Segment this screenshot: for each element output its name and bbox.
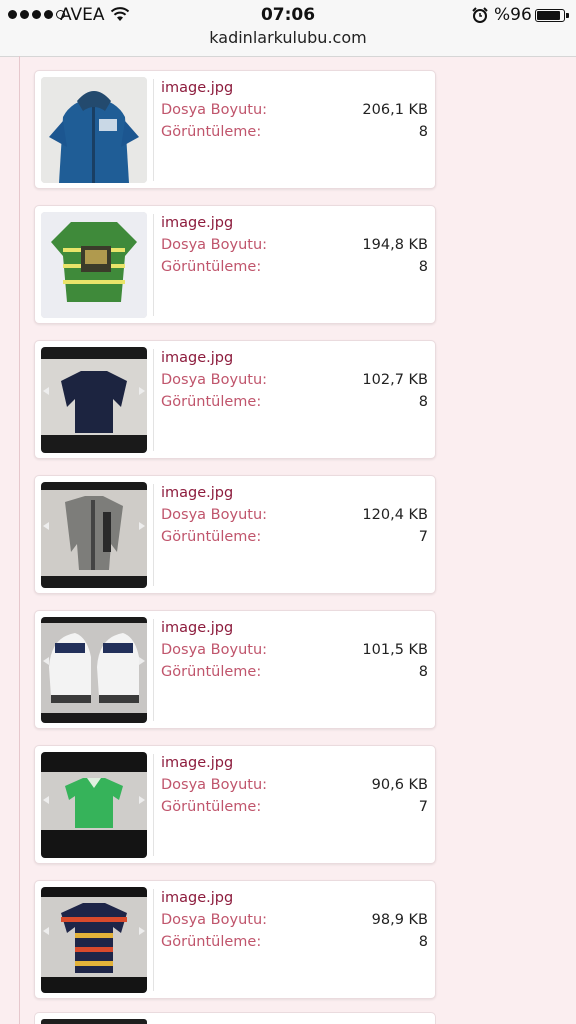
file-name-link[interactable]: image.jpg	[161, 350, 233, 366]
content-border	[19, 56, 20, 1024]
file-size-value: 194,8 KB	[362, 237, 428, 253]
card-divider	[153, 619, 154, 721]
file-name-link[interactable]: image.jpg	[161, 755, 233, 771]
view-count-label: Görüntüleme:	[161, 529, 262, 545]
file-size-value: 101,5 KB	[362, 642, 428, 658]
file-name-link[interactable]: image.jpg	[161, 80, 233, 96]
file-size-row: Dosya Boyutu: 90,6 KB	[161, 777, 428, 793]
view-count-label: Görüntüleme:	[161, 259, 262, 275]
file-size-row: Dosya Boyutu: 102,7 KB	[161, 372, 428, 388]
thumbnail-image[interactable]	[41, 212, 147, 318]
alarm-clock-icon	[472, 7, 488, 23]
thumbnail-image[interactable]	[41, 617, 147, 723]
file-size-label: Dosya Boyutu:	[161, 912, 268, 928]
view-count-row: Görüntüleme: 8	[161, 394, 428, 410]
file-size-label: Dosya Boyutu:	[161, 777, 268, 793]
thumbnail-image[interactable]	[41, 752, 147, 858]
green-polo-photo	[41, 752, 147, 858]
green-striped-shirt-photo	[41, 212, 147, 318]
file-size-row: Dosya Boyutu: 206,1 KB	[161, 102, 428, 118]
view-count-row: Görüntüleme: 7	[161, 799, 428, 815]
file-size-label: Dosya Boyutu:	[161, 507, 268, 523]
view-count-value: 8	[418, 664, 428, 680]
card-divider	[153, 214, 154, 316]
view-count-row: Görüntüleme: 7	[161, 529, 428, 545]
attachment-card[interactable]: image.jpg Dosya Boyutu: 206,1 KB Görüntül…	[34, 70, 436, 189]
file-size-value: 102,7 KB	[362, 372, 428, 388]
file-size-row: Dosya Boyutu: 120,4 KB	[161, 507, 428, 523]
view-count-row: Görüntüleme: 8	[161, 934, 428, 950]
blue-hoodie-photo	[41, 77, 147, 183]
attachment-card[interactable]: image.jpg Dosya Boyutu: 101,5 KB Görüntül…	[34, 610, 436, 729]
view-count-value: 8	[418, 394, 428, 410]
thumbnail-image[interactable]	[41, 1019, 147, 1024]
view-count-value: 8	[418, 259, 428, 275]
battery-percentage: %96	[494, 5, 532, 25]
file-size-row: Dosya Boyutu: 98,9 KB	[161, 912, 428, 928]
attachment-card[interactable]: image.jpg Dosya Boyutu: 102,7 KB Görüntül…	[34, 340, 436, 459]
clock: 07:06	[260, 5, 316, 25]
file-size-label: Dosya Boyutu:	[161, 642, 268, 658]
view-count-value: 7	[418, 529, 428, 545]
view-count-label: Görüntüleme:	[161, 934, 262, 950]
battery-icon	[535, 9, 569, 22]
view-count-row: Görüntüleme: 8	[161, 259, 428, 275]
view-count-row: Görüntüleme: 8	[161, 124, 428, 140]
card-divider	[153, 754, 154, 856]
file-size-value: 206,1 KB	[362, 102, 428, 118]
thumbnail-image[interactable]	[41, 887, 147, 993]
view-count-label: Görüntüleme:	[161, 799, 262, 815]
view-count-label: Görüntüleme:	[161, 124, 262, 140]
browser-top-bar: AVEA 07:06 %96 kadinlarkulubu.com	[0, 0, 576, 57]
status-bar: AVEA 07:06 %96	[0, 0, 576, 30]
attachment-list-area: image.jpg Dosya Boyutu: 206,1 KB Görüntül…	[0, 56, 576, 1024]
view-count-value: 8	[418, 934, 428, 950]
thumbnail-image[interactable]	[41, 347, 147, 453]
striped-polo-photo	[41, 887, 147, 993]
file-size-label: Dosya Boyutu:	[161, 237, 268, 253]
view-count-value: 8	[418, 124, 428, 140]
attachment-card[interactable]: image.jpg Dosya Boyutu: 194,8 KB Görüntül…	[34, 205, 436, 324]
card-divider	[153, 889, 154, 991]
card-divider	[153, 79, 154, 181]
attachment-card[interactable]: image.jpg Dosya Boyutu: 98,9 KB Görüntüle…	[34, 880, 436, 999]
attachment-card[interactable]: image.jpg Dosya Boyutu: 90,6 KB Görüntüle…	[34, 745, 436, 864]
card-divider	[153, 484, 154, 586]
file-size-row: Dosya Boyutu: 194,8 KB	[161, 237, 428, 253]
white-sneakers-photo	[41, 617, 147, 723]
view-count-label: Görüntüleme:	[161, 394, 262, 410]
file-size-row: Dosya Boyutu: 101,5 KB	[161, 642, 428, 658]
file-name-link[interactable]: image.jpg	[161, 620, 233, 636]
view-count-row: Görüntüleme: 8	[161, 664, 428, 680]
navy-sweater-photo	[41, 347, 147, 453]
view-count-value: 7	[418, 799, 428, 815]
attachment-card[interactable]: image.jpg Dosya Boyutu: 120,4 KB Görüntül…	[34, 475, 436, 594]
file-name-link[interactable]: image.jpg	[161, 485, 233, 501]
address-bar-url[interactable]: kadinlarkulubu.com	[0, 28, 576, 47]
grey-jacket-photo	[41, 482, 147, 588]
file-size-label: Dosya Boyutu:	[161, 372, 268, 388]
file-name-link[interactable]: image.jpg	[161, 890, 233, 906]
thumbnail-image[interactable]	[41, 77, 147, 183]
attachment-list: image.jpg Dosya Boyutu: 206,1 KB Görüntül…	[34, 70, 436, 1015]
file-size-label: Dosya Boyutu:	[161, 102, 268, 118]
file-name-link[interactable]: image.jpg	[161, 215, 233, 231]
file-size-value: 120,4 KB	[362, 507, 428, 523]
view-count-label: Görüntüleme:	[161, 664, 262, 680]
file-size-value: 98,9 KB	[371, 912, 428, 928]
file-size-value: 90,6 KB	[371, 777, 428, 793]
thumbnail-image[interactable]	[41, 482, 147, 588]
attachment-card-partial[interactable]	[34, 1012, 436, 1024]
card-divider	[153, 349, 154, 451]
